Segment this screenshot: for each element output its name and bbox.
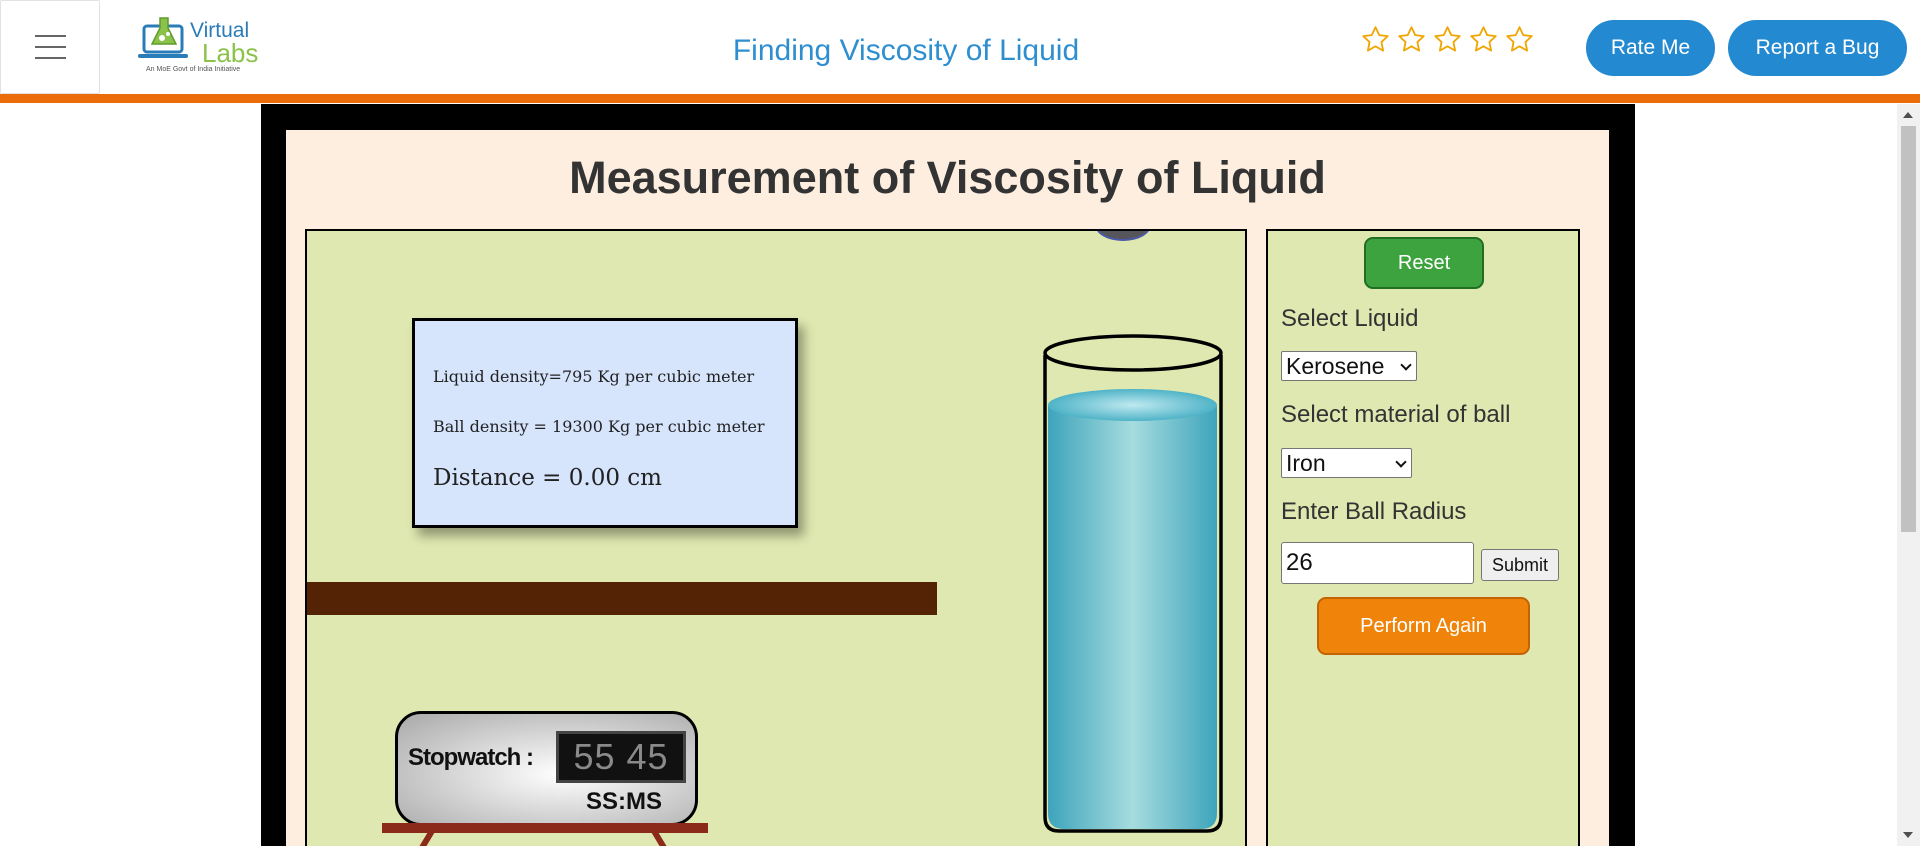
liquid-select[interactable]: Kerosene xyxy=(1281,351,1417,381)
stand-legs xyxy=(419,831,667,846)
scrollbar-thumb[interactable] xyxy=(1901,126,1916,532)
page-title: Finding Viscosity of Liquid xyxy=(732,34,1080,67)
star-outline-icon[interactable] xyxy=(1432,24,1463,55)
stopwatch-display: 55 45 xyxy=(556,731,686,783)
star-outline-icon[interactable] xyxy=(1468,24,1499,55)
hamburger-menu-icon[interactable] xyxy=(0,0,100,94)
ball-density-text: Ball density = 19300 Kg per cubic meter xyxy=(433,417,765,436)
ball-radius-label: Enter Ball Radius xyxy=(1281,498,1467,525)
logo-text-labs: Labs xyxy=(202,38,259,68)
chevron-down-icon xyxy=(1400,359,1412,371)
falling-ball xyxy=(1095,231,1151,241)
stopwatch-label: Stopwatch : xyxy=(408,744,534,771)
stopwatch: Stopwatch : 55 45 SS:MS xyxy=(395,711,698,826)
star-rating[interactable] xyxy=(1360,24,1535,55)
logo-tagline: An MoE Govt of India Initiative xyxy=(146,66,241,73)
star-outline-icon[interactable] xyxy=(1360,24,1391,55)
liquid-density-text: Liquid density=795 Kg per cubic meter xyxy=(433,367,755,386)
select-liquid-label: Select Liquid xyxy=(1281,305,1419,332)
simulation-title: Measurement of Viscosity of Liquid xyxy=(569,152,1326,203)
star-outline-icon[interactable] xyxy=(1504,24,1535,55)
measuring-cylinder xyxy=(1043,334,1223,833)
chevron-down-icon xyxy=(1395,456,1407,468)
report-bug-button[interactable]: Report a Bug xyxy=(1728,20,1907,76)
rate-me-button[interactable]: Rate Me xyxy=(1586,20,1715,76)
perform-again-button[interactable]: Perform Again xyxy=(1317,597,1530,655)
stopwatch-unit: SS:MS xyxy=(586,788,663,815)
star-outline-icon[interactable] xyxy=(1396,24,1427,55)
header-accent-bar xyxy=(0,94,1920,103)
info-board: Liquid density=795 Kg per cubic meter Ba… xyxy=(412,318,798,528)
top-navigation-bar: Virtual Labs An MoE Govt of India Initia… xyxy=(0,0,1920,96)
control-panel: Reset Select Liquid Kerosene Select mate… xyxy=(1266,229,1580,846)
page-scrollbar[interactable] xyxy=(1897,104,1920,846)
virtual-labs-logo[interactable]: Virtual Labs An MoE Govt of India Initia… xyxy=(138,14,258,78)
wooden-shelf xyxy=(307,582,937,615)
scroll-up-arrow-icon[interactable] xyxy=(1903,112,1913,118)
ball-material-select[interactable]: Iron xyxy=(1281,448,1412,478)
experiment-area: Liquid density=795 Kg per cubic meter Ba… xyxy=(305,229,1247,846)
liquid-select-value: Kerosene xyxy=(1286,352,1385,379)
select-ball-material-label: Select material of ball xyxy=(1281,401,1511,428)
distance-text: Distance = 0.00 cm xyxy=(433,465,662,491)
submit-button[interactable]: Submit xyxy=(1481,549,1559,581)
reset-button[interactable]: Reset xyxy=(1364,237,1484,289)
ball-material-select-value: Iron xyxy=(1286,449,1326,476)
scroll-down-arrow-icon[interactable] xyxy=(1903,832,1913,838)
ball-radius-input[interactable]: 26 xyxy=(1281,542,1474,584)
